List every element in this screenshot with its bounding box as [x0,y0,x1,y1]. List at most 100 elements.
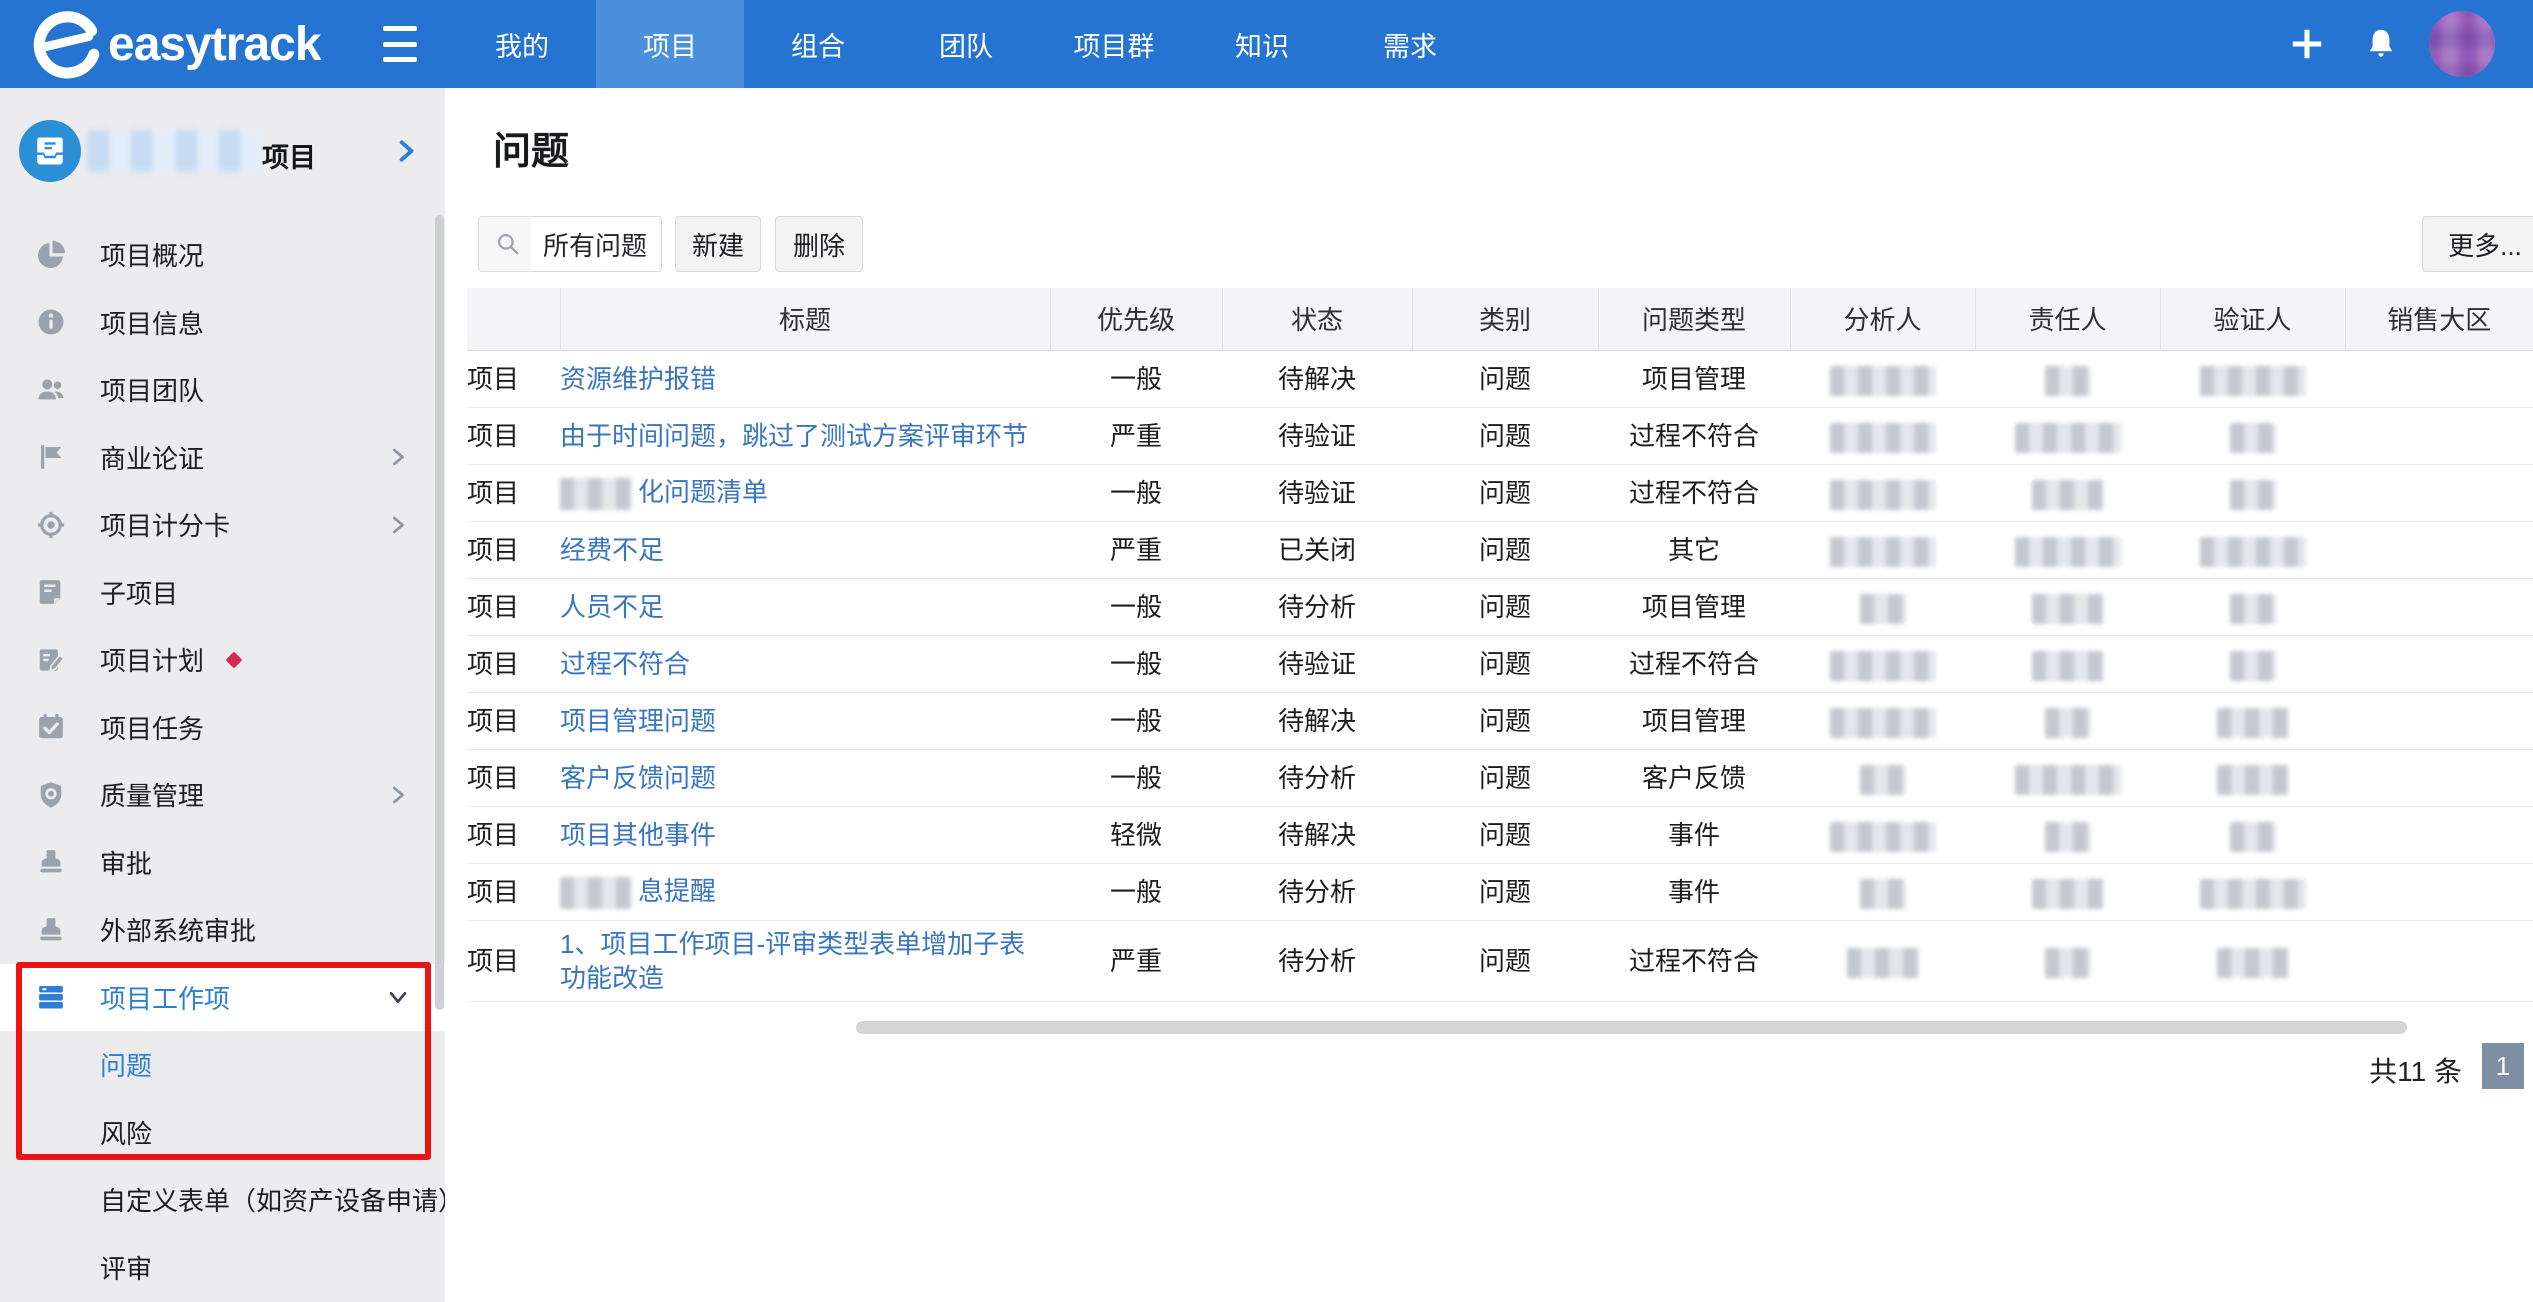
issues-table: 标题优先级状态类别问题类型分析人责任人验证人销售大区 项目 资源维护报错一般待解决… [467,288,2533,1002]
column-header-问题类型[interactable]: 问题类型 [1598,288,1790,350]
redacted-name-mosaic [2230,423,2276,453]
cell-category: 问题 [1412,920,1598,1001]
topbar-tab-6[interactable]: 需求 [1336,0,1484,88]
sidebar-item-label: 项目计分卡 [100,506,230,543]
sidebar-scrollbar[interactable] [435,215,444,1010]
sidebar-item-15[interactable]: 评审 [0,1234,445,1302]
table-row-4: 项目人员不足一般待分析问题项目管理 [467,578,2533,635]
cell-type: 项目 [467,635,560,692]
filter-value[interactable]: 所有问题 [531,217,659,271]
avatar-redacted-mosaic [2429,11,2495,77]
column-header-type[interactable] [467,288,560,350]
menu-icon[interactable] [383,26,417,62]
issue-title-link[interactable]: 1、项目工作项目-评审类型表单增加子表功能改造 [560,929,1025,993]
topbar-tab-2[interactable]: 组合 [744,0,892,88]
cell-title: 息提醒 [560,863,1050,920]
sidebar-item-0[interactable]: 项目概况 [0,221,445,289]
logo-text: easytrack [108,17,321,72]
pagination-page-1-button[interactable]: 1 [2482,1043,2524,1089]
cell-issue-type: 过程不符合 [1598,464,1790,521]
topbar-tab-3[interactable]: 团队 [892,0,1040,88]
cell-title: 项目其他事件 [560,806,1050,863]
issue-title-link[interactable]: 化问题清单 [638,477,768,507]
sidebar-item-5[interactable]: 子项目 [0,559,445,627]
issue-title-link[interactable]: 人员不足 [560,592,664,622]
column-header-分析人[interactable]: 分析人 [1790,288,1975,350]
column-header-销售大区[interactable]: 销售大区 [2345,288,2533,350]
chevron-right-icon[interactable] [387,784,409,806]
column-header-优先级[interactable]: 优先级 [1050,288,1222,350]
sidebar-item-9[interactable]: 审批 [0,829,445,897]
shield-icon [36,780,66,810]
chevron-right-icon[interactable] [387,446,409,468]
redacted-name-mosaic [1830,822,1936,852]
issue-title-link[interactable]: 经费不足 [560,535,664,565]
cell-issue-type: 过程不符合 [1598,407,1790,464]
table-row-9: 项目息提醒一般待分析问题事件 [467,863,2533,920]
sidebar-item-2[interactable]: 项目团队 [0,356,445,424]
sidebar-item-6[interactable]: 项目计划 [0,626,445,694]
more-button[interactable]: 更多... [2422,216,2533,272]
topbar-tab-0[interactable]: 我的 [448,0,596,88]
cell-owner [1975,863,2160,920]
sidebar-item-10[interactable]: 外部系统审批 [0,896,445,964]
issue-title-link[interactable]: 息提醒 [638,876,716,906]
sidebar-item-4[interactable]: 项目计分卡 [0,491,445,559]
issue-title-link[interactable]: 资源维护报错 [560,364,716,394]
sidebar-item-label: 问题 [100,1046,152,1083]
sidebar-item-7[interactable]: 项目任务 [0,694,445,762]
cell-sales-region [2345,635,2533,692]
sidebar-item-13[interactable]: 风险 [0,1099,445,1167]
topbar-tab-4[interactable]: 项目群 [1040,0,1188,88]
cell-title: 人员不足 [560,578,1050,635]
cell-owner [1975,806,2160,863]
column-header-责任人[interactable]: 责任人 [1975,288,2160,350]
column-header-验证人[interactable]: 验证人 [2160,288,2345,350]
cell-verifier [2160,578,2345,635]
user-avatar[interactable] [2429,11,2495,77]
redacted-title-mosaic [560,877,632,909]
sidebar-item-12[interactable]: 问题 [0,1031,445,1099]
sidebar-item-8[interactable]: 质量管理 [0,761,445,829]
add-icon[interactable] [2285,22,2329,66]
chevron-right-icon[interactable] [393,138,419,164]
topbar-tab-5[interactable]: 知识 [1188,0,1336,88]
delete-button[interactable]: 删除 [775,216,863,272]
sidebar-item-11[interactable]: 项目工作项 [0,964,445,1032]
cell-verifier [2160,863,2345,920]
table-header-row: 标题优先级状态类别问题类型分析人责任人验证人销售大区 [467,288,2533,350]
filter-search-group[interactable]: 所有问题 [478,216,662,272]
cell-verifier [2160,464,2345,521]
notifications-bell-icon[interactable] [2359,22,2403,66]
issue-title-link[interactable]: 过程不符合 [560,649,690,679]
new-button[interactable]: 新建 [675,216,761,272]
issue-title-link[interactable]: 项目其他事件 [560,820,716,850]
chevron-down-icon[interactable] [387,986,409,1008]
column-header-类别[interactable]: 类别 [1412,288,1598,350]
redacted-name-mosaic [2015,537,2121,567]
cell-analyst [1790,521,1975,578]
sidebar-item-3[interactable]: 商业论证 [0,424,445,492]
sidebar-item-1[interactable]: 项目信息 [0,289,445,357]
sidebar-item-14[interactable]: 自定义表单（如资产设备申请） [0,1166,445,1234]
horizontal-scrollbar[interactable] [856,1021,2407,1034]
redacted-name-mosaic [2230,594,2276,624]
target-icon [36,510,66,540]
easytrack-logo[interactable]: easytrack [28,0,321,88]
cell-analyst [1790,692,1975,749]
cell-sales-region [2345,407,2533,464]
issue-title-link[interactable]: 客户反馈问题 [560,763,716,793]
chevron-right-icon[interactable] [387,514,409,536]
issue-title-link[interactable]: 由于时间问题，跳过了测试方案评审环节 [560,421,1028,451]
column-header-状态[interactable]: 状态 [1222,288,1412,350]
cell-priority: 一般 [1050,464,1222,521]
total-count-label: 共11 条 [2215,1050,2462,1090]
cell-type: 项目 [467,749,560,806]
column-header-标题[interactable]: 标题 [560,288,1050,350]
topbar-right [2285,0,2533,88]
cell-status: 待解决 [1222,350,1412,407]
issue-title-link[interactable]: 项目管理问题 [560,706,716,736]
topbar-tab-1[interactable]: 项目 [596,0,744,88]
project-switcher[interactable]: 项目 [0,118,445,184]
cell-status: 待验证 [1222,464,1412,521]
